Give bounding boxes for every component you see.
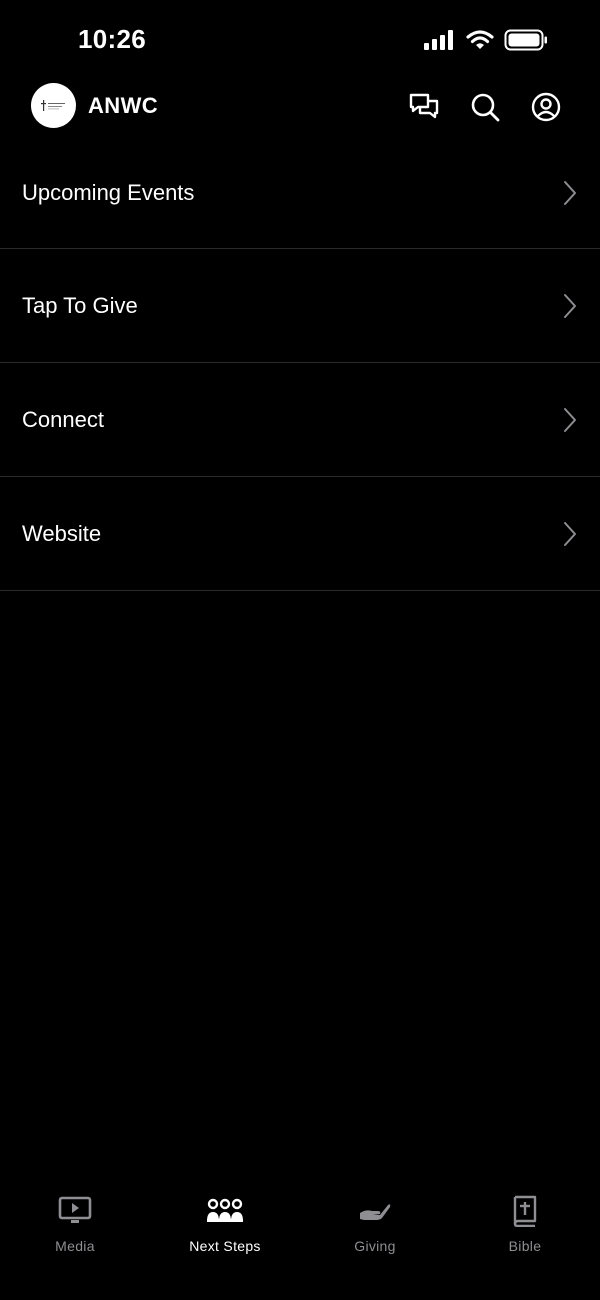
chevron-right-icon <box>564 181 576 205</box>
menu-item-label: Website <box>22 521 102 546</box>
tab-label: Next Steps <box>189 1238 261 1254</box>
menu-item-label: Connect <box>22 407 104 432</box>
status-time: 10:26 <box>78 24 146 54</box>
tv-play-icon <box>58 1196 92 1223</box>
app-header: ANWC <box>0 80 600 136</box>
tab-giving[interactable]: Giving <box>300 1194 450 1264</box>
people-group-icon <box>207 1198 243 1222</box>
messages-button[interactable] <box>408 91 440 123</box>
chevron-right-icon <box>564 294 576 318</box>
menu-item-connect[interactable]: Connect <box>0 363 600 477</box>
tab-label: Media <box>55 1238 95 1254</box>
cellular-signal-icon <box>424 30 453 50</box>
tab-label: Giving <box>354 1238 396 1254</box>
chat-bubbles-icon <box>409 93 439 119</box>
bible-icon <box>513 1195 537 1227</box>
chevron-right-icon <box>564 408 576 432</box>
chevron-right-icon <box>564 522 576 546</box>
tab-media[interactable]: Media <box>0 1194 150 1264</box>
menu-item-tap-to-give[interactable]: Tap To Give <box>0 249 600 363</box>
wifi-icon <box>466 30 494 49</box>
profile-button[interactable] <box>530 91 562 123</box>
tab-next-steps[interactable]: Next Steps <box>150 1194 300 1264</box>
tab-bible[interactable]: Bible <box>450 1194 600 1264</box>
menu-item-website[interactable]: Website <box>0 477 600 591</box>
bottom-tab-bar: Media Next Steps Giving Bible <box>0 1180 600 1300</box>
search-icon <box>471 93 500 122</box>
search-button[interactable] <box>469 91 501 123</box>
next-steps-menu: Upcoming Events Tap To Give Connect Webs… <box>0 136 600 591</box>
menu-item-label: Tap To Give <box>22 293 138 318</box>
church-logo-icon <box>40 99 65 111</box>
menu-item-label: Upcoming Events <box>22 180 195 205</box>
tab-label: Bible <box>508 1238 542 1254</box>
app-title: ANWC <box>88 93 159 118</box>
church-logo-avatar[interactable] <box>31 83 76 128</box>
status-bar: 10:26 <box>0 0 600 80</box>
status-icons <box>424 29 548 51</box>
screen: 10:26 ANWC Upcoming Events Tap To Give C… <box>0 0 600 1300</box>
hand-giving-icon <box>360 1204 391 1220</box>
battery-icon <box>504 29 547 51</box>
user-circle-icon <box>531 92 561 122</box>
menu-item-upcoming-events[interactable]: Upcoming Events <box>0 136 600 249</box>
